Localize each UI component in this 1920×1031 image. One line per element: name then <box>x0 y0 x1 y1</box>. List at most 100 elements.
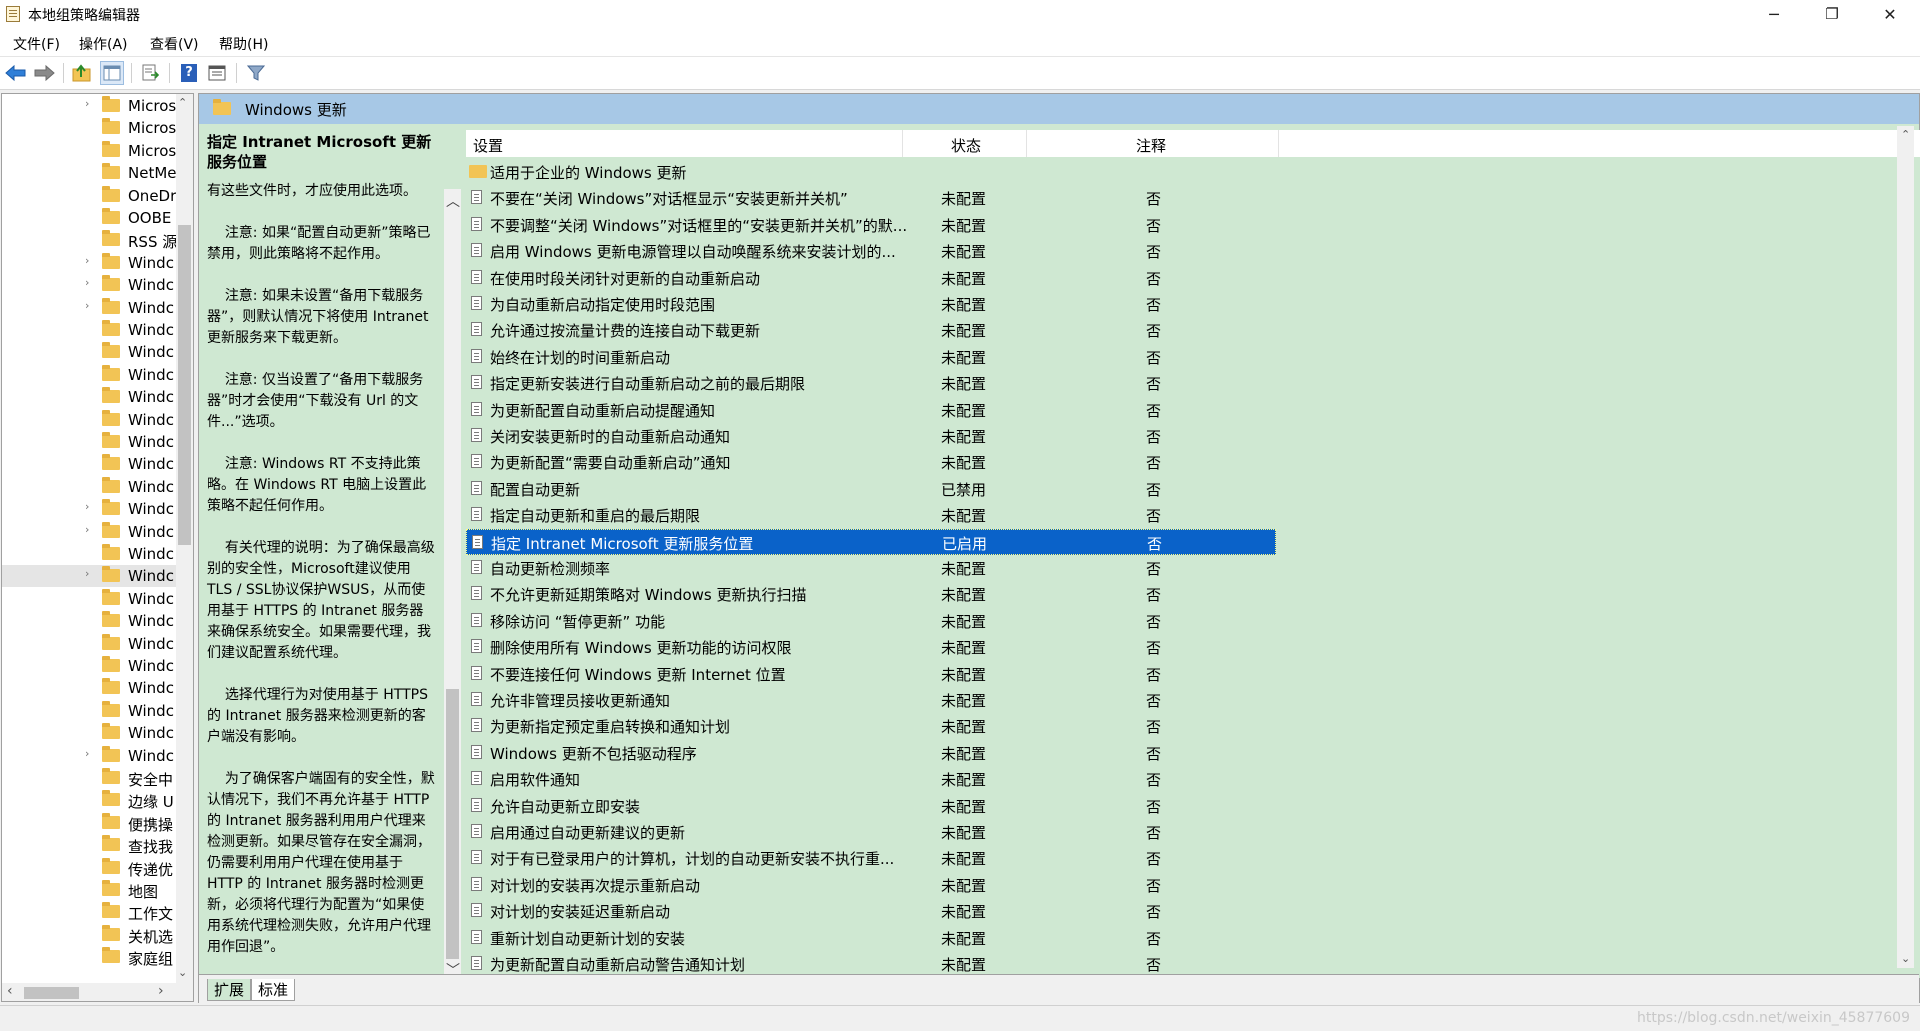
tree-item[interactable]: 安全中 <box>2 767 177 789</box>
policy-row[interactable]: 允许非管理员接收更新通知 未配置 否 <box>466 687 1276 713</box>
list-vertical-scrollbar[interactable] <box>1897 126 1914 968</box>
policy-row[interactable]: 指定更新安装进行自动重新启动之前的最后期限 未配置 否 <box>466 370 1276 396</box>
description-scroll-up-button[interactable]: ︿ <box>446 191 460 211</box>
policy-row[interactable]: 重新计划自动更新计划的安装 未配置 否 <box>466 925 1276 951</box>
tree-item[interactable]: Windc <box>2 655 177 677</box>
tree-item[interactable]: 地图 <box>2 879 177 901</box>
tree-item[interactable]: › Windc <box>2 521 177 543</box>
back-button[interactable] <box>4 61 28 85</box>
list-folder-item[interactable]: 适用于企业的 Windows 更新 <box>466 159 1276 185</box>
tree-item[interactable]: Windc <box>2 610 177 632</box>
policy-row[interactable]: 指定自动更新和重启的最后期限 未配置 否 <box>466 502 1276 528</box>
forward-button[interactable] <box>32 61 56 85</box>
tree-item[interactable]: Windc <box>2 386 177 408</box>
policy-row[interactable]: 不要连接任何 Windows 更新 Internet 位置 未配置 否 <box>466 661 1276 687</box>
policy-row[interactable]: 为更新配置自动重新启动提醒通知 未配置 否 <box>466 397 1276 423</box>
policy-row[interactable]: 始终在计划的时间重新启动 未配置 否 <box>466 344 1276 370</box>
column-header-state[interactable]: 状态 <box>951 135 981 156</box>
tree-item[interactable]: Windc <box>2 722 177 744</box>
policy-row[interactable]: 为更新配置“需要自动重新启动”通知 未配置 否 <box>466 449 1276 475</box>
tree-item[interactable]: Windc <box>2 476 177 498</box>
menu-action[interactable]: 操作(A) <box>79 34 128 54</box>
policy-row[interactable]: 在使用时段关闭针对更新的自动重新启动 未配置 否 <box>466 265 1276 291</box>
tree-item[interactable]: Micros <box>2 117 177 139</box>
policy-row[interactable]: Windows 更新不包括驱动程序 未配置 否 <box>466 740 1276 766</box>
policy-row[interactable]: 配置自动更新 已禁用 否 <box>466 476 1276 502</box>
tree-item[interactable]: Windc <box>2 677 177 699</box>
expand-chevron-icon[interactable]: › <box>85 97 89 110</box>
column-divider[interactable] <box>1278 130 1279 157</box>
tree-item[interactable]: Windc <box>2 364 177 386</box>
tree-item[interactable]: › Windc <box>2 297 177 319</box>
tree-item[interactable]: Windc <box>2 341 177 363</box>
policy-row[interactable]: 为更新指定预定重启转换和通知计划 未配置 否 <box>466 713 1276 739</box>
tree-item[interactable]: RSS 源 <box>2 229 177 251</box>
console-tree[interactable]: › Micros Micros Micros NetMe OneDr OOBE RSS 源 › W… <box>1 93 194 1002</box>
tree-item[interactable]: 工作文 <box>2 901 177 923</box>
show-hide-tree-button[interactable] <box>100 61 124 85</box>
policy-row[interactable]: 关闭安装更新时的自动重新启动通知 未配置 否 <box>466 423 1276 449</box>
menu-view[interactable]: 查看(V) <box>150 34 199 54</box>
restore-button[interactable]: ❐ <box>1803 0 1861 29</box>
column-header-note[interactable]: 注释 <box>1136 135 1166 156</box>
tree-item[interactable]: 关机选 <box>2 924 177 946</box>
policy-row[interactable]: 允许自动更新立即安装 未配置 否 <box>466 793 1276 819</box>
policy-row[interactable]: 移除访问 “暂停更新” 功能 未配置 否 <box>466 608 1276 634</box>
tree-item[interactable]: › Windc <box>2 274 177 296</box>
column-divider[interactable] <box>1026 130 1027 157</box>
close-button[interactable]: ✕ <box>1861 0 1919 29</box>
policy-row[interactable]: 允许通过按流量计费的连接自动下载更新 未配置 否 <box>466 317 1276 343</box>
help-button[interactable]: ? <box>177 61 201 85</box>
description-scroll-thumb[interactable] <box>446 689 459 959</box>
tree-item[interactable]: Windc <box>2 633 177 655</box>
policy-row[interactable]: 自动更新检测频率 未配置 否 <box>466 555 1276 581</box>
tree-item[interactable]: 边缘 U <box>2 789 177 811</box>
tree-scroll-right-button[interactable]: › <box>158 983 164 999</box>
list-scroll-up-button[interactable]: ⌃ <box>1901 128 1910 141</box>
expand-chevron-icon[interactable]: › <box>85 567 89 580</box>
expand-chevron-icon[interactable]: › <box>85 254 89 267</box>
policy-row[interactable]: 不允许更新延期策略对 Windows 更新执行扫描 未配置 否 <box>466 581 1276 607</box>
tree-item[interactable]: Micros <box>2 140 177 162</box>
expand-chevron-icon[interactable]: › <box>85 523 89 536</box>
policy-row[interactable]: 不要在“关闭 Windows”对话框显示“安装更新并关机” 未配置 否 <box>466 185 1276 211</box>
tree-item[interactable]: 家庭组 <box>2 946 177 968</box>
tree-item[interactable]: › Micros <box>2 95 177 117</box>
up-button[interactable] <box>70 61 94 85</box>
minimize-button[interactable]: ─ <box>1745 0 1803 29</box>
tree-item[interactable]: Windc <box>2 431 177 453</box>
tree-item[interactable]: OOBE <box>2 207 177 229</box>
tree-scroll-down-button[interactable]: ⌄ <box>178 966 187 979</box>
tree-item[interactable]: OneDr <box>2 185 177 207</box>
tree-scroll-left-button[interactable]: ‹ <box>7 983 13 999</box>
column-header-setting[interactable]: 设置 <box>473 135 503 156</box>
column-divider[interactable] <box>902 130 903 157</box>
menu-file[interactable]: 文件(F) <box>13 34 60 54</box>
policy-row[interactable]: 启用 Windows 更新电源管理以自动唤醒系统来安装计划的... 未配置 否 <box>466 238 1276 264</box>
policy-row[interactable]: 为自动重新启动指定使用时段范围 未配置 否 <box>466 291 1276 317</box>
expand-chevron-icon[interactable]: › <box>85 299 89 312</box>
tree-item[interactable]: NetMe <box>2 162 177 184</box>
tree-item[interactable]: › Windc <box>2 745 177 767</box>
expand-chevron-icon[interactable]: › <box>85 747 89 760</box>
tree-item[interactable]: › Windc <box>2 565 177 588</box>
policy-row[interactable]: 对计划的安装再次提示重新启动 未配置 否 <box>466 872 1276 898</box>
tree-item[interactable]: Windc <box>2 453 177 475</box>
tree-item[interactable]: › Windc <box>2 498 177 520</box>
tree-item[interactable]: 查找我 <box>2 834 177 856</box>
tree-item[interactable]: 传递优 <box>2 857 177 879</box>
filter-button[interactable] <box>244 61 268 85</box>
tree-hscroll-thumb[interactable] <box>24 987 79 999</box>
policy-row[interactable]: 启用通过自动更新建议的更新 未配置 否 <box>466 819 1276 845</box>
tree-item[interactable]: Windc <box>2 700 177 722</box>
properties-button[interactable] <box>205 61 229 85</box>
policy-row[interactable]: 对计划的安装延迟重新启动 未配置 否 <box>466 898 1276 924</box>
policy-row[interactable]: 启用软件通知 未配置 否 <box>466 766 1276 792</box>
tree-item[interactable]: Windc <box>2 543 177 565</box>
tree-item[interactable]: Windc <box>2 588 177 610</box>
tree-item[interactable]: Windc <box>2 409 177 431</box>
tree-item[interactable]: › Windc <box>2 252 177 274</box>
policy-row[interactable]: 对于有已登录用户的计算机，计划的自动更新安装不执行重... 未配置 否 <box>466 845 1276 871</box>
tree-item[interactable]: Windc <box>2 319 177 341</box>
policy-row[interactable]: 删除使用所有 Windows 更新功能的访问权限 未配置 否 <box>466 634 1276 660</box>
